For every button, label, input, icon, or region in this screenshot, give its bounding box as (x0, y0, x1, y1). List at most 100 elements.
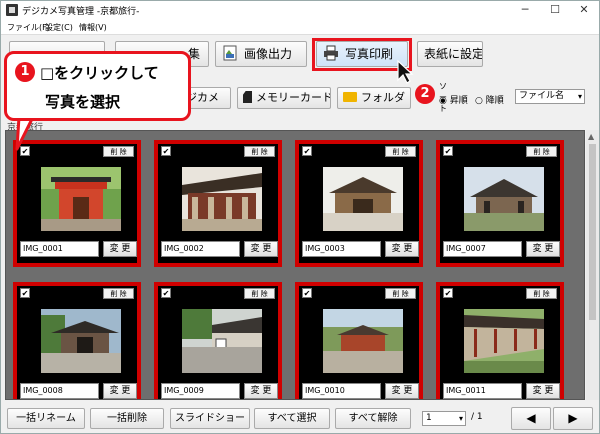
photo-select-checkbox[interactable]: ✔ (302, 288, 312, 298)
radio-empty-icon: ○ (475, 96, 483, 106)
photo-change-button[interactable]: 変 更 (244, 383, 278, 399)
page-select[interactable]: 1 (422, 411, 466, 426)
hall-icon (182, 167, 262, 231)
photo-thumbnail[interactable] (323, 309, 403, 373)
corridor-icon (464, 309, 544, 373)
window-title: デジカメ写真管理 -京都旅行- (22, 7, 140, 17)
step-1-marker: 1 (15, 62, 35, 82)
photo-thumbnail[interactable] (182, 309, 262, 373)
photo-name-field[interactable]: IMG_0003 (302, 241, 381, 257)
photo-card[interactable]: ✔ 削 除 IMG_0007 変 更 (436, 140, 564, 267)
shrine-icon (323, 309, 403, 373)
deselect-all-button[interactable]: すべて解除 (335, 408, 411, 429)
photo-change-button[interactable]: 変 更 (385, 241, 419, 257)
photo-delete-button[interactable]: 削 除 (103, 288, 134, 299)
photo-thumbnail[interactable] (182, 167, 262, 231)
photo-change-button[interactable]: 変 更 (244, 241, 278, 257)
photo-name-field[interactable]: IMG_0007 (443, 241, 522, 257)
photo-card[interactable]: ✔ 削 除 IMG_0008 変 更 (13, 282, 141, 399)
mouse-cursor-icon (397, 59, 414, 84)
photo-select-checkbox[interactable]: ✔ (443, 288, 453, 298)
folder-icon (343, 92, 357, 102)
photo-delete-button[interactable]: 削 除 (526, 288, 557, 299)
gate2-icon (41, 309, 121, 373)
photo-card[interactable]: ✔ 削 除 IMG_0011 変 更 (436, 282, 564, 399)
slideshow-button[interactable]: スライドショー (170, 408, 250, 429)
minimize-button[interactable]: ─ (510, 1, 540, 19)
menu-info[interactable]: 情報(V) (79, 22, 107, 33)
photo-thumbnail[interactable] (41, 309, 121, 373)
app-icon (6, 4, 18, 16)
photo-card[interactable]: ✔ 削 除 IMG_0001 変 更 (13, 140, 141, 267)
callout-line-2: 写真を選択 (45, 93, 121, 111)
close-button[interactable]: ✕ (569, 1, 599, 19)
photo-delete-button[interactable]: 削 除 (244, 146, 275, 157)
photo-select-checkbox[interactable]: ✔ (20, 288, 30, 298)
photo-change-button[interactable]: 変 更 (526, 241, 560, 257)
folder-button[interactable]: フォルダ (337, 87, 411, 109)
photo-name-field[interactable]: IMG_0009 (161, 383, 240, 399)
photo-name-field[interactable]: IMG_0002 (161, 241, 240, 257)
menu-settings[interactable]: 設定(C) (45, 22, 73, 33)
scroll-thumb[interactable] (589, 144, 596, 320)
photo-change-button[interactable]: 変 更 (385, 383, 419, 399)
callout-line-1: □をクリックして (40, 64, 159, 82)
photo-delete-button[interactable]: 削 除 (385, 288, 416, 299)
photo-name-field[interactable]: IMG_0001 (20, 241, 99, 257)
step-2-marker: 2 (415, 84, 435, 104)
photo-select-checkbox[interactable]: ✔ (161, 288, 171, 298)
photo-name-field[interactable]: IMG_0008 (20, 383, 99, 399)
delete-all-button[interactable]: 一括削除 (90, 408, 164, 429)
sort-asc-radio[interactable]: ◉ 昇順 (439, 93, 468, 106)
sort-field-value: ファイル名 (519, 91, 565, 101)
image-output-label: 画像出力 (244, 47, 293, 61)
maximize-button[interactable]: ☐ (540, 1, 570, 19)
photo-card[interactable]: ✔ 削 除 IMG_0002 変 更 (154, 140, 282, 267)
photo-name-field[interactable]: IMG_0011 (443, 383, 522, 399)
next-arrow-icon: ▶ (568, 411, 578, 425)
photo-card[interactable]: ✔ 削 除 IMG_0009 変 更 (154, 282, 282, 399)
cover-setting-label: 表紙に設定 (424, 47, 483, 61)
gate-icon (41, 167, 121, 231)
scroll-up-icon[interactable]: ▲ (588, 132, 594, 141)
photo-change-button[interactable]: 変 更 (103, 383, 137, 399)
photo-thumbnail[interactable] (323, 167, 403, 231)
photo-delete-button[interactable]: 削 除 (103, 146, 134, 157)
sort-field-select[interactable]: ファイル名 (515, 89, 585, 104)
rename-all-button[interactable]: 一括リネーム (7, 408, 85, 429)
instruction-callout: 1 □をクリックして 写真を選択 (4, 51, 191, 121)
photo-change-button[interactable]: 変 更 (526, 383, 560, 399)
page-total: / 1 (471, 412, 483, 422)
image-output-button[interactable]: 画像出力 (215, 41, 307, 67)
photo-thumbnail[interactable] (464, 309, 544, 373)
temple-icon (323, 167, 403, 231)
sort-asc-label: 昇順 (449, 96, 468, 106)
photo-select-checkbox[interactable]: ✔ (161, 146, 171, 156)
cover-setting-button[interactable]: 表紙に設定 (417, 41, 483, 67)
menu-file[interactable]: ファイル(F) (7, 22, 50, 33)
next-page-button[interactable]: ▶ (553, 407, 593, 430)
photo-thumbnail[interactable] (464, 167, 544, 231)
memory-card-button[interactable]: メモリーカード (237, 87, 331, 109)
photo-card[interactable]: ✔ 削 除 IMG_0010 変 更 (295, 282, 423, 399)
photo-delete-button[interactable]: 削 除 (526, 146, 557, 157)
photo-select-checkbox[interactable]: ✔ (302, 146, 312, 156)
courtyard-icon (182, 309, 262, 373)
prev-page-button[interactable]: ◀ (511, 407, 551, 430)
photo-delete-button[interactable]: 削 除 (385, 146, 416, 157)
select-all-button[interactable]: すべて選択 (254, 408, 330, 429)
photo-name-field[interactable]: IMG_0010 (302, 383, 381, 399)
prev-arrow-icon: ◀ (526, 411, 536, 425)
photo-gallery: ✔ 削 除 IMG_0001 変 更 ✔ 削 除 IMG_0002 変 更 ✔ 削 除 IMG_00… (5, 130, 585, 400)
photo-delete-button[interactable]: 削 除 (244, 288, 275, 299)
photo-change-button[interactable]: 変 更 (103, 241, 137, 257)
camera-button[interactable]: デジカメ (187, 87, 231, 109)
photo-card[interactable]: ✔ 削 除 IMG_0003 変 更 (295, 140, 423, 267)
memory-card-label: メモリーカード (256, 91, 331, 104)
image-output-icon (222, 45, 238, 61)
sort-desc-radio[interactable]: ○ 降順 (475, 93, 504, 106)
photo-select-checkbox[interactable]: ✔ (443, 146, 453, 156)
photo-thumbnail[interactable] (41, 167, 121, 231)
page-value: 1 (426, 413, 432, 423)
gallery-scrollbar[interactable]: ▲ (586, 130, 599, 400)
